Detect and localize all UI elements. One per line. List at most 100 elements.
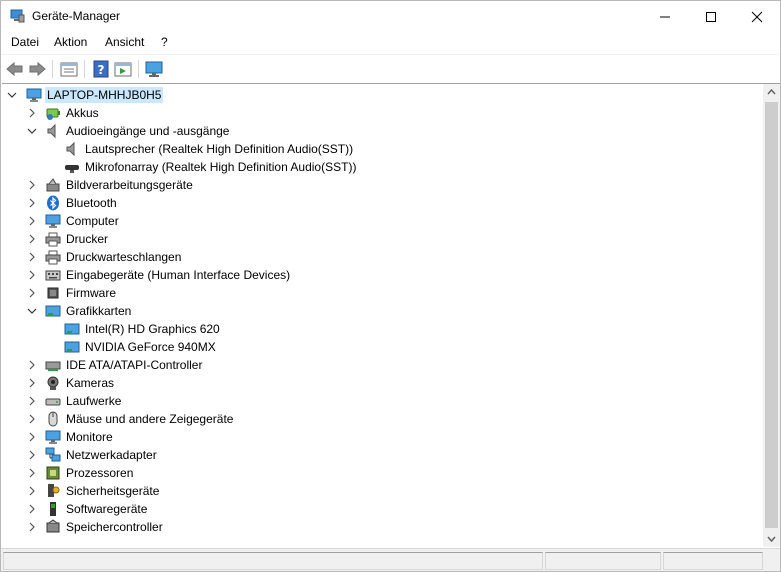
tree-item-label: IDE ATA/ATAPI-Controller: [66, 358, 203, 372]
monitor-icon: [45, 214, 61, 228]
keyboard-icon: [45, 270, 61, 281]
toolbar-separator: [138, 60, 139, 78]
tree-category[interactable]: Mäuse und andere Zeigegeräte: [2, 410, 762, 428]
menu-ansicht[interactable]: Ansicht: [105, 35, 144, 49]
help-icon: ?: [93, 60, 109, 78]
run-button[interactable]: [113, 59, 133, 79]
title-bar[interactable]: Geräte-Manager: [1, 1, 780, 32]
monitor-icon: [45, 430, 61, 444]
chevron-right-icon[interactable]: [27, 216, 37, 226]
vertical-scrollbar[interactable]: [763, 84, 780, 547]
device-manager-window: Geräte-Manager Datei Aktion Ansicht ? ? …: [0, 0, 781, 572]
scrollbar-thumb[interactable]: [765, 102, 778, 528]
tree-category[interactable]: Druckwarteschlangen: [2, 248, 762, 266]
display-adapter-icon: [64, 341, 80, 353]
tree-category[interactable]: Eingabegeräte (Human Interface Devices): [2, 266, 762, 284]
tree-item-label: Computer: [66, 214, 119, 228]
maximize-button[interactable]: [688, 1, 734, 32]
tree-category[interactable]: Bildverarbeitungsgeräte: [2, 176, 762, 194]
forward-button[interactable]: [27, 59, 47, 79]
chevron-right-icon[interactable]: [27, 180, 37, 190]
tree-category[interactable]: Monitore: [2, 428, 762, 446]
tree-category[interactable]: Laufwerke: [2, 392, 762, 410]
status-bar: [1, 548, 780, 571]
chevron-right-icon[interactable]: [27, 270, 37, 280]
tree-item-label: Sicherheitsgeräte: [66, 484, 160, 498]
chevron-down-icon[interactable]: [27, 126, 37, 136]
microphone-icon: [65, 165, 79, 173]
tree-child-item[interactable]: Mikrofonarray (Realtek High Definition A…: [2, 158, 762, 176]
device-manager-icon: [10, 9, 25, 23]
menu-aktion[interactable]: Aktion: [54, 35, 87, 49]
tree-category[interactable]: Kameras: [2, 374, 762, 392]
close-button[interactable]: [734, 1, 780, 32]
tree-category[interactable]: Firmware: [2, 284, 762, 302]
tree-item-label: Prozessoren: [66, 466, 134, 480]
chevron-right-icon[interactable]: [27, 432, 37, 442]
toolbar-separator: [52, 60, 53, 78]
tree-item-label: Netzwerkadapter: [66, 448, 157, 462]
tree-item-label: Monitore: [66, 430, 113, 444]
menu-bar: Datei Aktion Ansicht ?: [1, 32, 780, 53]
tree-category[interactable]: Softwaregeräte: [2, 500, 762, 518]
webcam-icon: [47, 376, 59, 390]
chevron-right-icon[interactable]: [27, 450, 37, 460]
properties-button[interactable]: [59, 59, 79, 79]
tree-child-item[interactable]: Intel(R) HD Graphics 620: [2, 320, 762, 338]
help-button[interactable]: ?: [91, 59, 111, 79]
tree-item-label: Bluetooth: [66, 196, 117, 210]
chevron-right-icon[interactable]: [27, 234, 37, 244]
tree-category[interactable]: Sicherheitsgeräte: [2, 482, 762, 500]
tree-category[interactable]: Prozessoren: [2, 464, 762, 482]
chevron-right-icon[interactable]: [27, 414, 37, 424]
back-icon: [6, 61, 23, 77]
bluetooth-icon: [47, 195, 59, 211]
device-tree[interactable]: LAPTOP-MHHJB0H5 Akkus Audioeingänge und -…: [2, 83, 780, 547]
root-label: LAPTOP-MHHJB0H5: [45, 87, 164, 103]
scroll-up-icon[interactable]: [763, 84, 780, 101]
tree-category[interactable]: Netzwerkadapter: [2, 446, 762, 464]
chevron-right-icon[interactable]: [27, 360, 37, 370]
chevron-right-icon[interactable]: [27, 522, 37, 532]
tree-category[interactable]: Grafikkarten: [2, 302, 762, 320]
tree-item-label: Audioeingänge und -ausgänge: [66, 124, 230, 138]
chevron-down-icon[interactable]: [27, 306, 37, 316]
back-button[interactable]: [5, 59, 25, 79]
tree-category[interactable]: Bluetooth: [2, 194, 762, 212]
forward-icon: [29, 61, 46, 77]
chevron-right-icon[interactable]: [27, 108, 37, 118]
tree-item-label: Speichercontroller: [66, 520, 163, 534]
tree-item-label: Mikrofonarray (Realtek High Definition A…: [85, 160, 357, 174]
chevron-right-icon[interactable]: [27, 396, 37, 406]
network-icon: [45, 447, 61, 462]
chevron-right-icon[interactable]: [27, 252, 37, 262]
chevron-right-icon[interactable]: [27, 378, 37, 388]
tree-child-item[interactable]: NVIDIA GeForce 940MX: [2, 338, 762, 356]
chevron-right-icon[interactable]: [27, 486, 37, 496]
tree-item-label: Softwaregeräte: [66, 502, 148, 516]
speaker-icon: [66, 141, 75, 157]
security-key-icon: [48, 484, 60, 497]
chevron-down-icon[interactable]: [7, 90, 17, 100]
tree-child-item[interactable]: Lautsprecher (Realtek High Definition Au…: [2, 140, 762, 158]
tree-root[interactable]: LAPTOP-MHHJB0H5: [2, 86, 762, 104]
tree-item-label: Laufwerke: [66, 394, 122, 408]
status-pane: [663, 552, 763, 570]
chevron-right-icon[interactable]: [27, 288, 37, 298]
minimize-button[interactable]: [642, 1, 688, 32]
tree-item-label: Eingabegeräte (Human Interface Devices): [66, 268, 291, 282]
scan-hardware-button[interactable]: [144, 59, 164, 79]
tree-category[interactable]: Akkus: [2, 104, 762, 122]
tree-category[interactable]: Computer: [2, 212, 762, 230]
tree-item-label: Lautsprecher (Realtek High Definition Au…: [85, 142, 354, 156]
tree-category[interactable]: Audioeingänge und -ausgänge: [2, 122, 762, 140]
menu-datei[interactable]: Datei: [11, 35, 39, 49]
chevron-right-icon[interactable]: [27, 504, 37, 514]
menu-help[interactable]: ?: [161, 35, 168, 49]
chevron-right-icon[interactable]: [27, 468, 37, 478]
tree-category[interactable]: IDE ATA/ATAPI-Controller: [2, 356, 762, 374]
tree-category[interactable]: Speichercontroller: [2, 518, 762, 536]
scroll-down-icon[interactable]: [763, 530, 780, 547]
chevron-right-icon[interactable]: [27, 198, 37, 208]
tree-category[interactable]: Drucker: [2, 230, 762, 248]
